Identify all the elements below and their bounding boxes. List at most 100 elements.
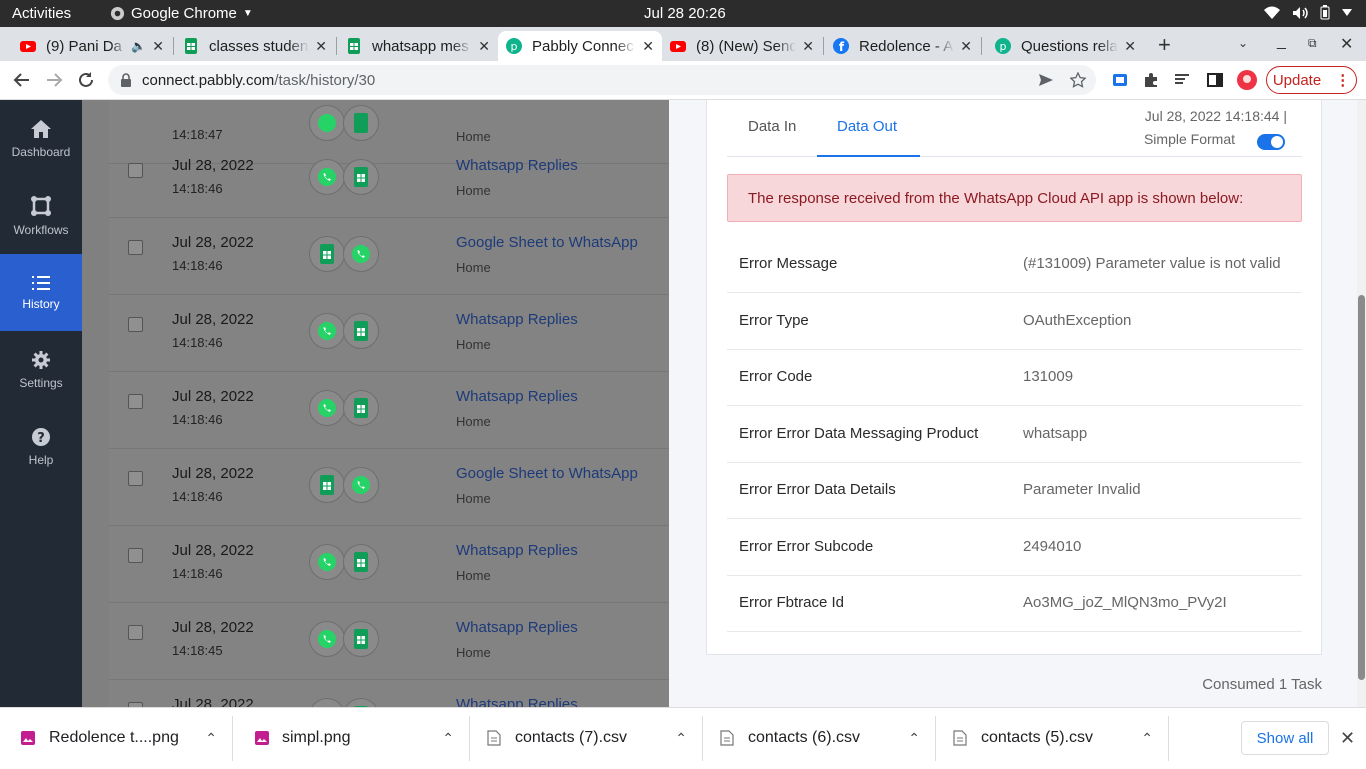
download-item[interactable]: simpl.png ⌃ [237,708,470,769]
download-options-chevron-icon[interactable]: ⌃ [908,730,920,747]
sidebar-item-workflows[interactable]: Workflows [0,177,82,254]
side-panel-icon[interactable] [1207,72,1223,88]
update-button[interactable]: Update ⋮ [1266,66,1357,94]
tab-title: (9) Pani Da [46,37,122,55]
scrollbar-thumb[interactable] [1358,295,1365,680]
app-menu[interactable]: Google Chrome ▼ [110,5,253,22]
close-tab-icon[interactable]: ✕ [152,38,164,55]
response-field-row: Error Fbtrace Id Ao3MG_joZ_MlQN3mo_PVy2I [727,575,1302,632]
table-row[interactable]: Jul 28, 2022 14:18:46 Whatsapp Replies Home [109,372,669,449]
reload-button[interactable] [75,69,97,91]
browser-tab-active[interactable]: p Pabbly Connec ✕ [498,31,662,61]
download-item[interactable]: contacts (5).csv ⌃ [936,708,1169,769]
consumed-tasks: Consumed 1 Task [1202,676,1322,693]
field-key: Error Type [739,311,809,329]
more-vert-icon: ⋮ [1335,72,1351,89]
reading-list-icon[interactable] [1174,72,1190,88]
row-checkbox[interactable] [128,163,143,178]
task-time: 14:18:45 [172,643,223,658]
restore-button[interactable]: ⧉ [1308,36,1317,51]
browser-tab[interactable]: (8) (New) Send ✕ [662,31,822,61]
close-tab-icon[interactable]: ✕ [802,38,814,55]
app-icons [309,698,379,707]
bookmark-star-icon[interactable] [1070,72,1086,88]
browser-tab[interactable]: f Redolence - Ap ✕ [825,31,980,61]
browser-tab[interactable]: p Questions rela ✕ [987,31,1144,61]
address-bar[interactable]: connect.pabbly.com/task/history/30 [108,65,1096,95]
workflow-link[interactable]: Whatsapp Replies [456,619,578,636]
close-window-button[interactable]: ✕ [1340,34,1353,54]
sidebar-item-history[interactable]: History [0,254,82,331]
table-row[interactable]: Jul 28, 2022 Whatsapp Replies [109,680,669,707]
pabbly-icon: p [506,38,522,54]
back-button[interactable] [11,69,33,91]
browser-tab[interactable]: classes studen ✕ [175,31,335,61]
field-value: (#131009) Parameter value is not valid [1023,255,1281,272]
download-item[interactable]: Redolence t....png ⌃ [0,708,233,769]
send-icon[interactable] [1038,72,1054,88]
close-tab-icon[interactable]: ✕ [1124,38,1136,55]
workflow-link[interactable]: Whatsapp Replies [456,157,578,174]
simple-format-toggle[interactable] [1257,134,1285,150]
close-tab-icon[interactable]: ✕ [478,38,490,55]
download-options-chevron-icon[interactable]: ⌃ [1141,730,1153,747]
table-row[interactable]: Jul 28, 2022 14:18:45 Whatsapp Replies Home [109,603,669,680]
profile-avatar-icon[interactable] [1237,70,1257,90]
task-folder: Home [456,183,491,198]
tab-data-in[interactable]: Data In [748,118,796,135]
activities-button[interactable]: Activities [12,5,71,22]
row-checkbox[interactable] [128,625,143,640]
forward-button[interactable] [43,69,65,91]
browser-toolbar: connect.pabbly.com/task/history/30 Updat… [0,61,1366,100]
whatsapp-icon [343,236,379,272]
sidebar-item-settings[interactable]: Settings [0,331,82,408]
extensions-icon[interactable] [1143,72,1159,88]
browser-tab[interactable]: (9) Pani Da 🔈 ✕ [12,31,172,61]
workflow-link[interactable]: Google Sheet to WhatsApp [456,465,638,482]
workflow-link[interactable]: Whatsapp Replies [456,311,578,328]
table-row[interactable]: Jul 28, 2022 14:18:46 Whatsapp Replies Home [109,295,669,372]
download-options-chevron-icon[interactable]: ⌃ [675,730,687,747]
translate-icon[interactable] [1112,72,1128,88]
minimize-button[interactable]: _ [1277,33,1286,51]
download-filename: contacts (6).csv [748,729,861,746]
tab-data-out[interactable]: Data Out [837,118,897,135]
table-row[interactable]: Jul 28, 2022 14:18:46 Whatsapp Replies Home [109,141,669,218]
download-options-chevron-icon[interactable]: ⌃ [205,730,217,747]
sidebar-item-dashboard[interactable]: Dashboard [0,100,82,177]
table-row[interactable]: Jul 28, 2022 14:18:46 Google Sheet to What… [109,218,669,295]
table-row[interactable]: Jul 28, 2022 14:18:46 Google Sheet to What… [109,449,669,526]
system-tray[interactable] [1264,5,1352,20]
download-item[interactable]: contacts (7).csv ⌃ [470,708,703,769]
close-tab-icon[interactable]: ✕ [642,38,654,55]
document-file-icon [953,730,967,746]
whatsapp-icon [309,698,345,707]
tab-strip: (9) Pani Da 🔈 ✕ classes studen ✕ whatsap… [0,27,1366,61]
row-checkbox[interactable] [128,471,143,486]
workflow-link[interactable]: Whatsapp Replies [456,542,578,559]
row-checkbox[interactable] [128,317,143,332]
row-checkbox[interactable] [128,394,143,409]
download-options-chevron-icon[interactable]: ⌃ [442,730,454,747]
row-checkbox[interactable] [128,548,143,563]
tab-search-button[interactable]: ⌄ [1238,36,1248,50]
close-tab-icon[interactable]: ✕ [960,38,972,55]
download-item[interactable]: contacts (6).csv ⌃ [703,708,936,769]
app-icons [309,390,379,426]
download-filename: contacts (7).csv [515,729,628,746]
clock[interactable]: Jul 28 20:26 [644,5,726,22]
workflow-link[interactable]: Whatsapp Replies [456,388,578,405]
show-all-downloads-button[interactable]: Show all [1241,721,1329,755]
workflow-link[interactable]: Google Sheet to WhatsApp [456,234,638,251]
audio-icon[interactable]: 🔈 [131,39,146,53]
browser-tab[interactable]: whatsapp mes ✕ [338,31,498,61]
row-checkbox[interactable] [128,240,143,255]
close-downloads-bar-icon[interactable]: ✕ [1340,728,1355,749]
new-tab-button[interactable]: + [1158,32,1171,58]
sidebar-item-help[interactable]: ? Help [0,408,82,485]
app-icons [309,159,379,195]
close-tab-icon[interactable]: ✕ [315,38,327,55]
table-row[interactable]: Jul 28, 2022 14:18:46 Whatsapp Replies Home [109,526,669,603]
workflow-link[interactable]: Whatsapp Replies [456,696,578,707]
tab-title: Questions rela [1021,37,1118,55]
